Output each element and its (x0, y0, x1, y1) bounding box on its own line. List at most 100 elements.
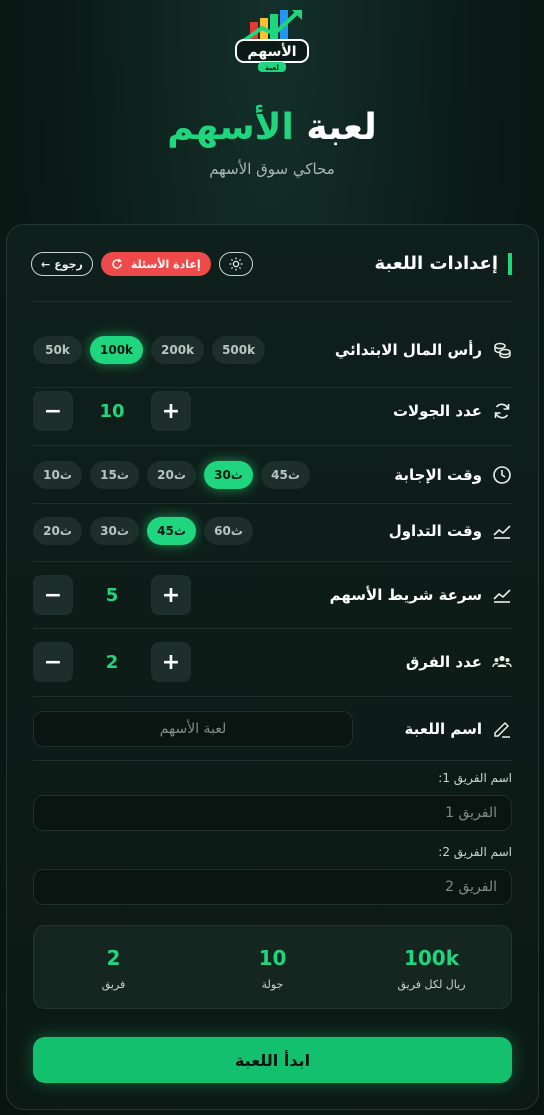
summary-capital: 100k ريال لكل فريق (357, 944, 507, 991)
capital-option-200k[interactable]: 200k (151, 336, 205, 364)
summary-rounds: 10 جولة (198, 944, 348, 991)
summary-rounds-value: 10 (258, 945, 287, 970)
divider (33, 387, 512, 388)
teams-row: عدد الفرق − 2 + (33, 642, 512, 682)
answer-time-option-20[interactable]: 20ث (147, 461, 196, 489)
capital-option-100k[interactable]: 100k (90, 336, 144, 364)
start-game-button[interactable]: ابدأ اللعبة (33, 1037, 512, 1083)
page-subtitle: محاكي سوق الأسهم (209, 160, 335, 178)
trend-chart-icon (493, 589, 511, 603)
rounds-increase-button[interactable]: + (151, 391, 191, 431)
capital-option-500k[interactable]: 500k (212, 336, 266, 364)
pencil-icon (494, 721, 510, 738)
team1-label: اسم الفريق 1: (438, 771, 512, 785)
settings-card: إعدادات اللعبة رجوع ← إعادة الأسئلة رأس … (6, 224, 539, 1110)
logo-text: الأسهم (247, 43, 296, 60)
capital-label-text: رأس المال الابتدائي (334, 341, 482, 359)
rounds-label: عدد الجولات (393, 401, 512, 421)
ticker-speed-row: سرعة شريط الأسهم − 5 + (33, 575, 512, 615)
teams-stepper: − 2 + (33, 642, 191, 682)
trade-time-row: وقت التداول 20ث 30ث 45ث 60ث (33, 516, 512, 546)
app-logo: الأسهم لعبة (232, 6, 312, 76)
summary-capital-value: 100k (403, 945, 460, 970)
reset-label: إعادة الأسئلة (130, 257, 201, 271)
trade-time-options: 20ث 30ث 45ث 60ث (33, 517, 253, 545)
answer-time-label: وقت الإجابة (394, 465, 512, 485)
team1-name-input[interactable]: الفريق 1 (33, 795, 512, 831)
ticker-speed-increase-button[interactable]: + (151, 575, 191, 615)
summary-panel: 100k ريال لكل فريق 10 جولة 2 فريق (33, 925, 512, 1009)
summary-teams: 2 فريق (39, 944, 189, 991)
theme-toggle-button[interactable] (218, 252, 253, 276)
arrow-left-icon: ← (41, 257, 51, 271)
ticker-speed-value: 5 (105, 584, 119, 606)
trade-time-option-45[interactable]: 45ث (147, 517, 196, 545)
back-button[interactable]: رجوع ← (31, 252, 93, 276)
title-word-stocks: الأسهم (167, 107, 294, 148)
trade-time-option-20[interactable]: 20ث (33, 517, 82, 545)
ticker-speed-stepper: − 5 + (33, 575, 191, 615)
divider (33, 445, 512, 446)
game-name-label: اسم اللعبة (405, 719, 512, 739)
capital-row: رأس المال الابتدائي 50k 100k 200k 500k (33, 335, 512, 365)
clock-icon (493, 466, 511, 484)
trade-time-option-30[interactable]: 30ث (90, 517, 139, 545)
page-title: لعبة الأسهم (0, 106, 544, 150)
answer-time-option-15[interactable]: 15ث (90, 461, 139, 489)
rounds-row: عدد الجولات − 10 + (33, 391, 512, 431)
divider (33, 503, 512, 504)
answer-time-row: وقت الإجابة 10ث 15ث 20ث 30ث 45ث (33, 460, 512, 490)
team2-name-input[interactable]: الفريق 2 (33, 869, 512, 905)
rounds-value: 10 (99, 400, 125, 422)
settings-title: إعدادات اللعبة (375, 253, 512, 275)
users-icon (492, 655, 512, 668)
rounds-label-text: عدد الجولات (392, 402, 482, 420)
divider (33, 696, 512, 697)
back-label: رجوع (54, 257, 83, 271)
capital-option-50k[interactable]: 50k (33, 336, 82, 364)
answer-time-option-30[interactable]: 30ث (204, 461, 253, 489)
summary-capital-label: ريال لكل فريق (397, 977, 466, 991)
ticker-speed-label-text: سرعة شريط الأسهم (329, 586, 482, 604)
settings-header: إعدادات اللعبة رجوع ← إعادة الأسئلة (31, 249, 512, 279)
ticker-speed-decrease-button[interactable]: − (33, 575, 73, 615)
divider (33, 628, 512, 629)
divider (33, 561, 512, 562)
reset-questions-button[interactable]: إعادة الأسئلة (100, 252, 211, 276)
game-name-input[interactable]: لعبة الأسهم (33, 711, 353, 747)
summary-teams-label: فريق (101, 977, 126, 991)
title-word-game: لعبة (306, 107, 377, 148)
capital-options: 50k 100k 200k 500k (33, 336, 266, 364)
rounds-stepper: − 10 + (33, 391, 191, 431)
rounds-decrease-button[interactable]: − (33, 391, 73, 431)
divider (33, 760, 512, 761)
divider (33, 301, 512, 302)
answer-time-option-45[interactable]: 45ث (261, 461, 310, 489)
ticker-speed-label: سرعة شريط الأسهم (330, 585, 512, 605)
answer-time-options: 10ث 15ث 20ث 30ث 45ث (33, 461, 310, 489)
teams-label: عدد الفرق (406, 652, 512, 672)
header-actions: رجوع ← إعادة الأسئلة (31, 252, 253, 276)
teams-label-text: عدد الفرق (405, 653, 482, 671)
trade-time-label: وقت التداول (389, 521, 512, 541)
teams-increase-button[interactable]: + (151, 642, 191, 682)
refresh-icon (494, 403, 510, 419)
sun-icon (229, 257, 243, 271)
team2-label: اسم الفريق 2: (438, 845, 512, 859)
summary-teams-value: 2 (106, 945, 121, 970)
coins-icon (494, 342, 511, 359)
teams-decrease-button[interactable]: − (33, 642, 73, 682)
answer-time-label-text: وقت الإجابة (394, 466, 482, 484)
game-name-label-text: اسم اللعبة (404, 720, 482, 738)
refresh-icon (112, 258, 122, 269)
summary-rounds-label: جولة (261, 977, 284, 991)
capital-label: رأس المال الابتدائي (335, 340, 512, 360)
game-name-row: اسم اللعبة لعبة الأسهم (33, 711, 512, 747)
trend-chart-icon (493, 525, 511, 539)
logo-subtext: لعبة (265, 64, 279, 72)
teams-value: 2 (105, 651, 119, 673)
logo-graphic: الأسهم لعبة (235, 10, 309, 72)
trade-time-label-text: وقت التداول (388, 522, 482, 540)
trade-time-option-60[interactable]: 60ث (204, 517, 253, 545)
answer-time-option-10[interactable]: 10ث (33, 461, 82, 489)
